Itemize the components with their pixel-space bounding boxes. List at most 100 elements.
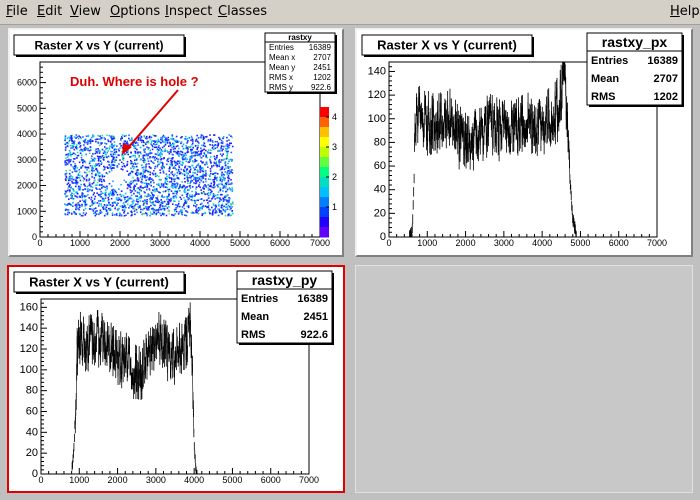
menu-file[interactable]: File	[6, 4, 28, 19]
xy-point	[117, 148, 120, 151]
xy-xtick-label: 7000	[310, 238, 330, 248]
xy-point	[96, 192, 98, 194]
xy-point	[181, 145, 184, 148]
menu-options[interactable]: Options	[110, 4, 160, 19]
xy-point	[114, 158, 116, 161]
xy-point	[224, 164, 227, 167]
xy-point	[180, 168, 183, 171]
xy-point	[73, 148, 76, 151]
xy-point	[108, 209, 111, 211]
xy-point	[92, 140, 94, 142]
xy-point	[128, 181, 131, 184]
xy-point	[116, 203, 118, 205]
xy-point	[227, 165, 229, 168]
xy-point	[96, 172, 99, 174]
xy-point	[88, 182, 91, 184]
menu-help[interactable]: Help	[670, 4, 700, 19]
xy-point	[184, 214, 186, 216]
xy-point	[221, 180, 223, 183]
pad-empty[interactable]	[355, 265, 693, 493]
xy-point	[138, 196, 141, 199]
xy-point	[186, 186, 188, 188]
py-xtick-label: 0	[38, 475, 43, 485]
xy-point	[104, 152, 106, 154]
xy-point	[135, 159, 138, 161]
xy-stats-key: Mean y	[269, 63, 295, 72]
xy-palette-cell	[320, 157, 329, 168]
xy-point	[137, 172, 140, 174]
xy-point	[178, 147, 180, 150]
py-bins	[71, 302, 198, 474]
xy-point	[112, 153, 115, 155]
xy-point	[118, 212, 121, 214]
xy-point	[228, 172, 231, 175]
xy-point	[166, 186, 168, 189]
xy-point	[68, 173, 71, 175]
xy-point	[151, 156, 154, 159]
menu-classes[interactable]: Classes	[218, 4, 267, 19]
xy-point	[230, 214, 232, 217]
menu-view[interactable]: View	[70, 4, 101, 19]
xy-point	[130, 194, 133, 197]
xy-point	[161, 146, 164, 149]
xy-point	[157, 158, 159, 160]
xy-point	[97, 181, 99, 184]
xy-point	[190, 157, 193, 160]
xy-point	[167, 157, 170, 160]
menu-inspect[interactable]: Inspect	[165, 4, 212, 19]
xy-point	[110, 197, 113, 200]
pad-y-projection[interactable]: 0 1000 2000 3000 4000 5000 6000 7000 0 20 40 60 80 10…	[7, 265, 345, 493]
xy-point	[80, 183, 82, 186]
xy-point	[122, 162, 125, 165]
pad-x-projection[interactable]: 0 1000 2000 3000 4000 5000 6000 7000 0 20 40 60 80 10…	[355, 28, 693, 257]
py-stats-key: Mean	[241, 311, 269, 323]
xy-title: Raster X vs Y (current)	[35, 38, 164, 52]
xy-point	[207, 206, 209, 208]
xy-point	[199, 153, 201, 155]
xy-point	[213, 180, 216, 183]
xy-point	[177, 202, 180, 205]
xy-point	[65, 146, 67, 148]
xy-point	[226, 194, 228, 197]
xy-point	[99, 160, 102, 162]
xy-point	[173, 210, 176, 212]
xy-point	[201, 176, 204, 178]
xy-point	[99, 200, 102, 202]
xy-point	[71, 197, 74, 200]
xy-point	[69, 159, 72, 161]
xy-point	[169, 177, 171, 179]
xy-point	[226, 173, 229, 176]
xy-point	[94, 207, 97, 209]
px-ytick-label: 140	[368, 65, 386, 77]
xy-point	[159, 212, 161, 215]
xy-point	[88, 149, 91, 152]
xy-point	[226, 151, 229, 154]
xy-point	[206, 199, 208, 201]
menu-edit[interactable]: Edit	[37, 4, 62, 19]
xy-point	[162, 134, 165, 137]
py-xtick-label: 5000	[222, 475, 242, 485]
xy-point	[154, 159, 156, 161]
canvas: 0 1000 2000 3000 4000 5000 6000 7000 0 1000 2000 30…	[0, 25, 700, 500]
xy-point	[82, 180, 85, 182]
xy-point	[190, 148, 192, 151]
xy-point	[140, 196, 143, 198]
xy-point	[166, 150, 168, 152]
xy-point	[129, 186, 132, 189]
xy-point	[148, 165, 151, 168]
xy-point	[103, 150, 106, 152]
xy-point	[228, 142, 231, 145]
xy-point	[174, 173, 176, 176]
xy-point	[124, 201, 127, 203]
xy-point	[81, 205, 83, 207]
xy-point	[226, 153, 229, 155]
xy-point	[95, 168, 98, 171]
xy-point	[166, 178, 168, 180]
xy-point	[108, 182, 111, 185]
xy-point	[107, 150, 109, 152]
xy-point	[208, 174, 211, 176]
xy-point	[70, 197, 72, 200]
pad-xy-histogram[interactable]: 0 1000 2000 3000 4000 5000 6000 7000 0 1000 2000 30…	[8, 28, 344, 257]
xy-point	[184, 166, 186, 169]
xy-point	[188, 171, 191, 173]
